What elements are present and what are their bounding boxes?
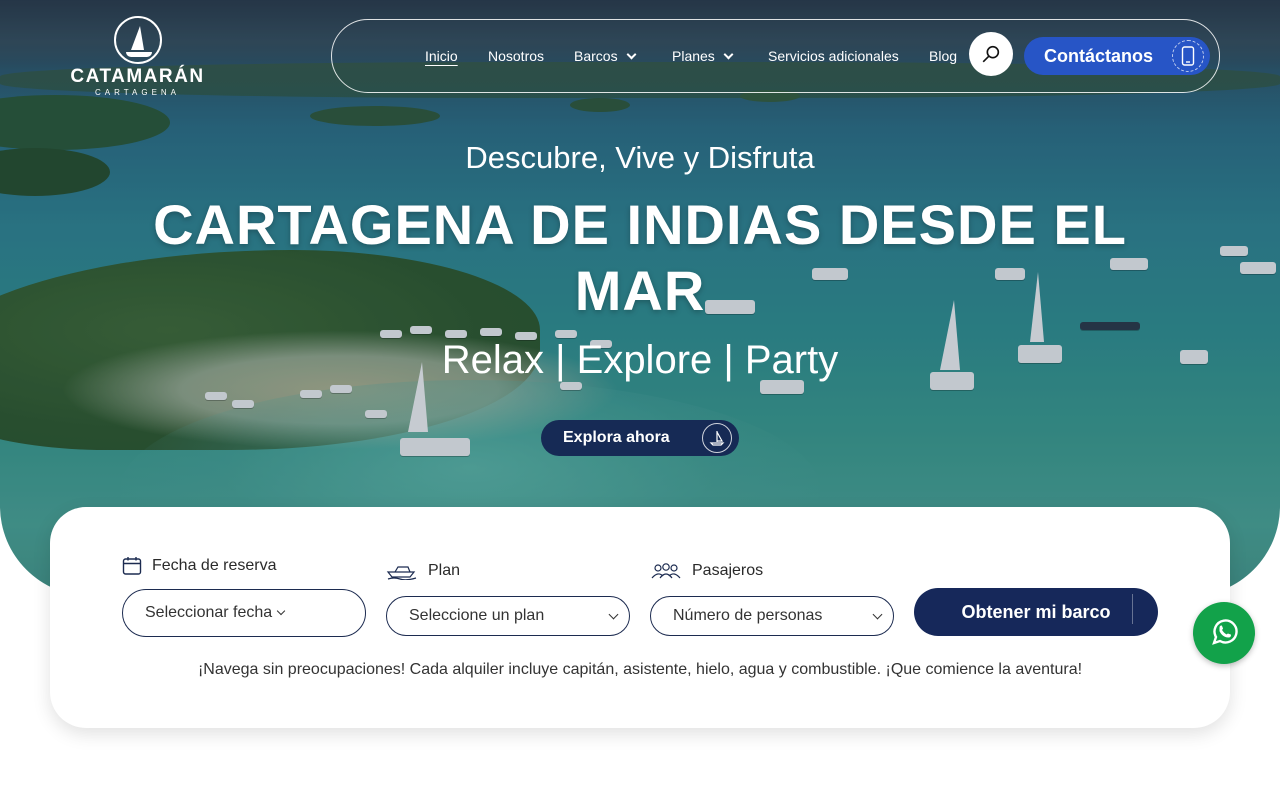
explore-button-label: Explora ahora [563, 429, 670, 446]
main-navigation: Inicio Nosotros Barcos Planes Servicios … [331, 19, 1220, 93]
nav-item-label: Barcos [574, 48, 618, 64]
date-picker-value: Seleccionar fecha [145, 604, 273, 621]
chevron-down-icon [626, 49, 637, 60]
nav-item-planes[interactable]: Planes [672, 48, 734, 64]
search-button[interactable] [969, 32, 1013, 76]
calendar-icon [122, 557, 142, 575]
passengers-field-label: Pasajeros [650, 562, 763, 580]
brand-subtitle: CARTAGENA [94, 88, 181, 97]
plan-select-value: Seleccione un plan [409, 607, 545, 624]
nav-item-barcos[interactable]: Barcos [574, 48, 637, 64]
passengers-select-value: Número de personas [673, 607, 823, 624]
date-picker[interactable]: Seleccionar fecha [122, 589, 366, 637]
nav-item-label: Inicio [425, 48, 458, 64]
hero-headline: CARTAGENA DE INDIAS DESDE EL MAR [153, 193, 1127, 322]
plan-label-text: Plan [428, 562, 461, 579]
nav-item-label: Blog [929, 48, 958, 64]
passengers-label-text: Pasajeros [692, 562, 764, 579]
sailboat-icon [702, 423, 732, 453]
contact-button[interactable]: Contáctanos [1024, 37, 1210, 75]
people-icon [651, 563, 681, 579]
nav-item-label: Planes [672, 48, 715, 64]
brand-name: CATAMARÁN [70, 66, 205, 87]
chevron-down-icon [723, 49, 734, 60]
search-icon [982, 45, 1000, 63]
get-my-boat-button[interactable]: Obtener mi barco [914, 588, 1158, 636]
contact-button-label: Contáctanos [1044, 45, 1154, 66]
nav-item-blog[interactable]: Blog [929, 48, 957, 64]
nav-item-label: Servicios adicionales [768, 48, 899, 64]
boat-icon [386, 566, 417, 580]
plan-field-label: Plan [386, 562, 460, 580]
nav-item-servicios[interactable]: Servicios adicionales [768, 48, 899, 64]
booking-note: ¡Navega sin preocupaciones! Cada alquile… [197, 661, 1083, 678]
booking-card: Fecha de reserva Seleccionar fecha Plan … [50, 507, 1230, 728]
chevron-down-icon [872, 609, 883, 620]
nav-item-label: Nosotros [488, 48, 545, 64]
get-boat-label: Obtener mi barco [961, 601, 1111, 622]
whatsapp-icon [1212, 619, 1238, 645]
nav-item-nosotros[interactable]: Nosotros [488, 48, 544, 64]
sailboat-logo-icon [113, 16, 162, 64]
hero-tagline: Descubre, Vive y Disfruta [465, 140, 815, 175]
passengers-select[interactable]: Número de personas [650, 596, 894, 636]
nav-item-inicio[interactable]: Inicio [425, 48, 458, 64]
chevron-down-icon [608, 609, 619, 620]
plan-select[interactable]: Seleccione un plan [386, 596, 630, 636]
explore-now-button[interactable]: Explora ahora [541, 420, 739, 456]
brand-logo[interactable]: CATAMARÁN CARTAGENA [60, 16, 215, 98]
chevron-down-icon [276, 606, 286, 616]
button-divider [1132, 594, 1133, 624]
phone-icon [1172, 40, 1204, 72]
date-label-text: Fecha de reserva [152, 557, 277, 574]
hero-subline: Relax | Explore | Party [441, 338, 839, 382]
date-field-label: Fecha de reserva [122, 556, 277, 576]
whatsapp-button[interactable] [1193, 602, 1255, 664]
